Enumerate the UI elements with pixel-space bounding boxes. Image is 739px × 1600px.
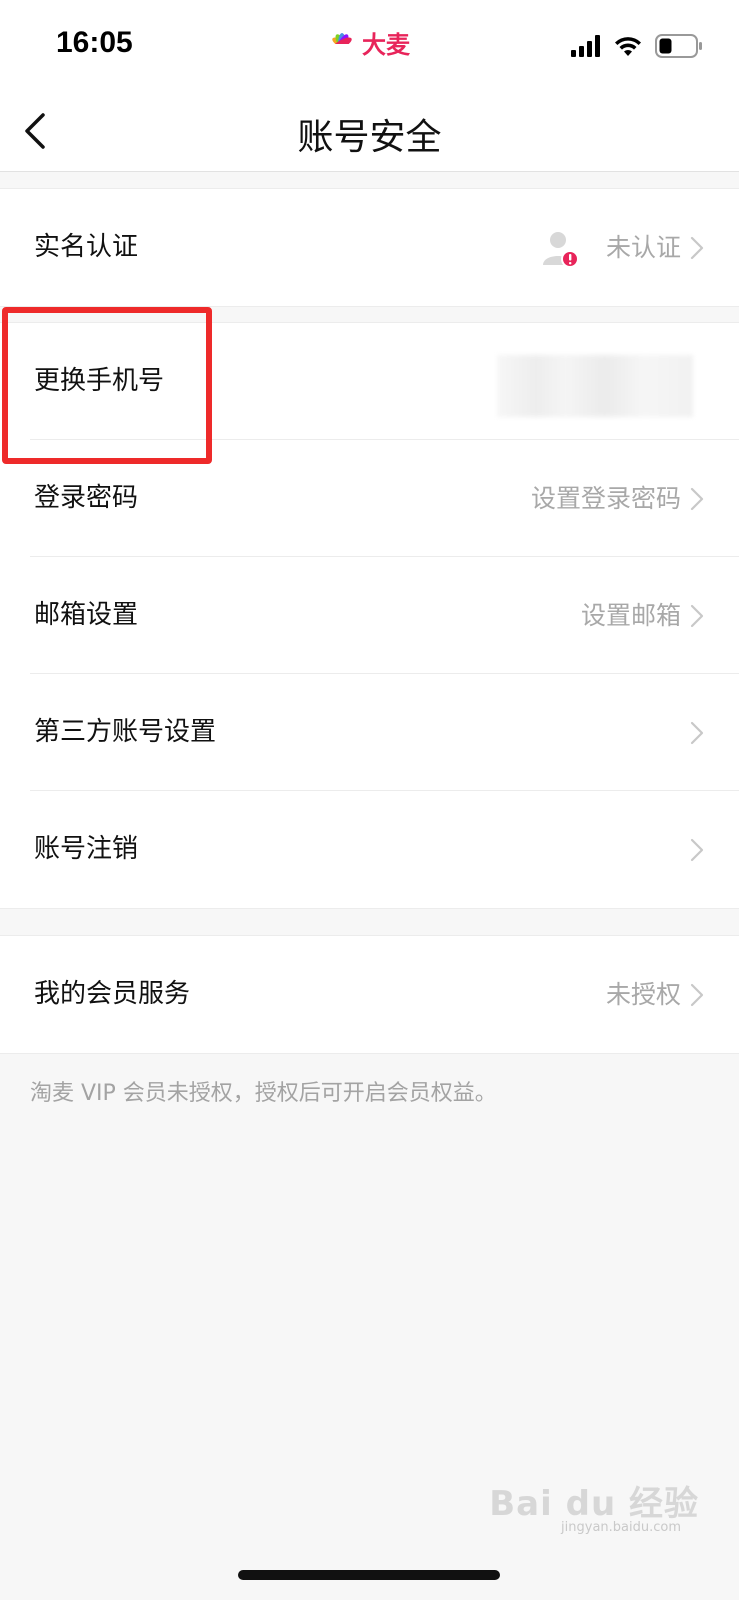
email-row[interactable]: 邮箱设置 设置邮箱	[0, 557, 739, 674]
chevron-right-icon	[690, 721, 704, 745]
real-name-label: 实名认证	[34, 232, 139, 262]
highlight-annotation-box	[2, 307, 212, 464]
watermark: Bai du 经验	[489, 1484, 699, 1524]
membership-value: 未授权	[605, 980, 681, 1009]
page-title: 账号安全	[297, 117, 442, 158]
email-value: 设置邮箱	[580, 601, 681, 630]
watermark-url: jingyan.baidu.com	[561, 1520, 681, 1535]
blurred-phone-number	[497, 355, 693, 417]
chevron-right-icon	[690, 604, 704, 628]
real-name-row[interactable]: 实名认证 未认证	[0, 189, 739, 306]
chevron-right-icon	[690, 983, 704, 1007]
signal-icon	[571, 35, 600, 57]
membership-row[interactable]: 我的会员服务 未授权	[0, 936, 739, 1053]
battery-icon	[655, 34, 702, 58]
login-password-value: 设置登录密码	[530, 484, 681, 513]
cancel-account-label: 账号注销	[34, 834, 139, 864]
status-icons	[571, 32, 703, 60]
third-party-row[interactable]: 第三方账号设置	[0, 674, 739, 791]
cancel-account-row[interactable]: 账号注销	[0, 791, 739, 908]
app-logo: 大麦	[326, 26, 410, 59]
third-party-label: 第三方账号设置	[34, 717, 217, 747]
home-indicator	[238, 1570, 500, 1580]
real-name-group: 实名认证 未认证	[0, 188, 739, 307]
membership-group: 我的会员服务 未授权	[0, 935, 739, 1054]
real-name-value: 未认证	[605, 233, 681, 262]
chevron-right-icon	[690, 236, 704, 260]
wifi-icon	[615, 37, 641, 56]
membership-footnote: 淘麦 VIP 会员未授权，授权后可开启会员权益。	[30, 1081, 497, 1106]
user-warning-icon	[543, 232, 579, 268]
status-time: 16:05	[56, 26, 133, 59]
membership-label: 我的会员服务	[34, 979, 191, 1009]
chevron-right-icon	[690, 487, 704, 511]
app-logo-text: 大麦	[362, 30, 410, 59]
email-label: 邮箱设置	[34, 600, 139, 630]
status-bar: 16:05 大麦	[0, 0, 739, 90]
flower-logo-icon	[326, 33, 358, 57]
nav-bar: 账号安全	[0, 90, 739, 172]
chevron-right-icon	[690, 838, 704, 862]
